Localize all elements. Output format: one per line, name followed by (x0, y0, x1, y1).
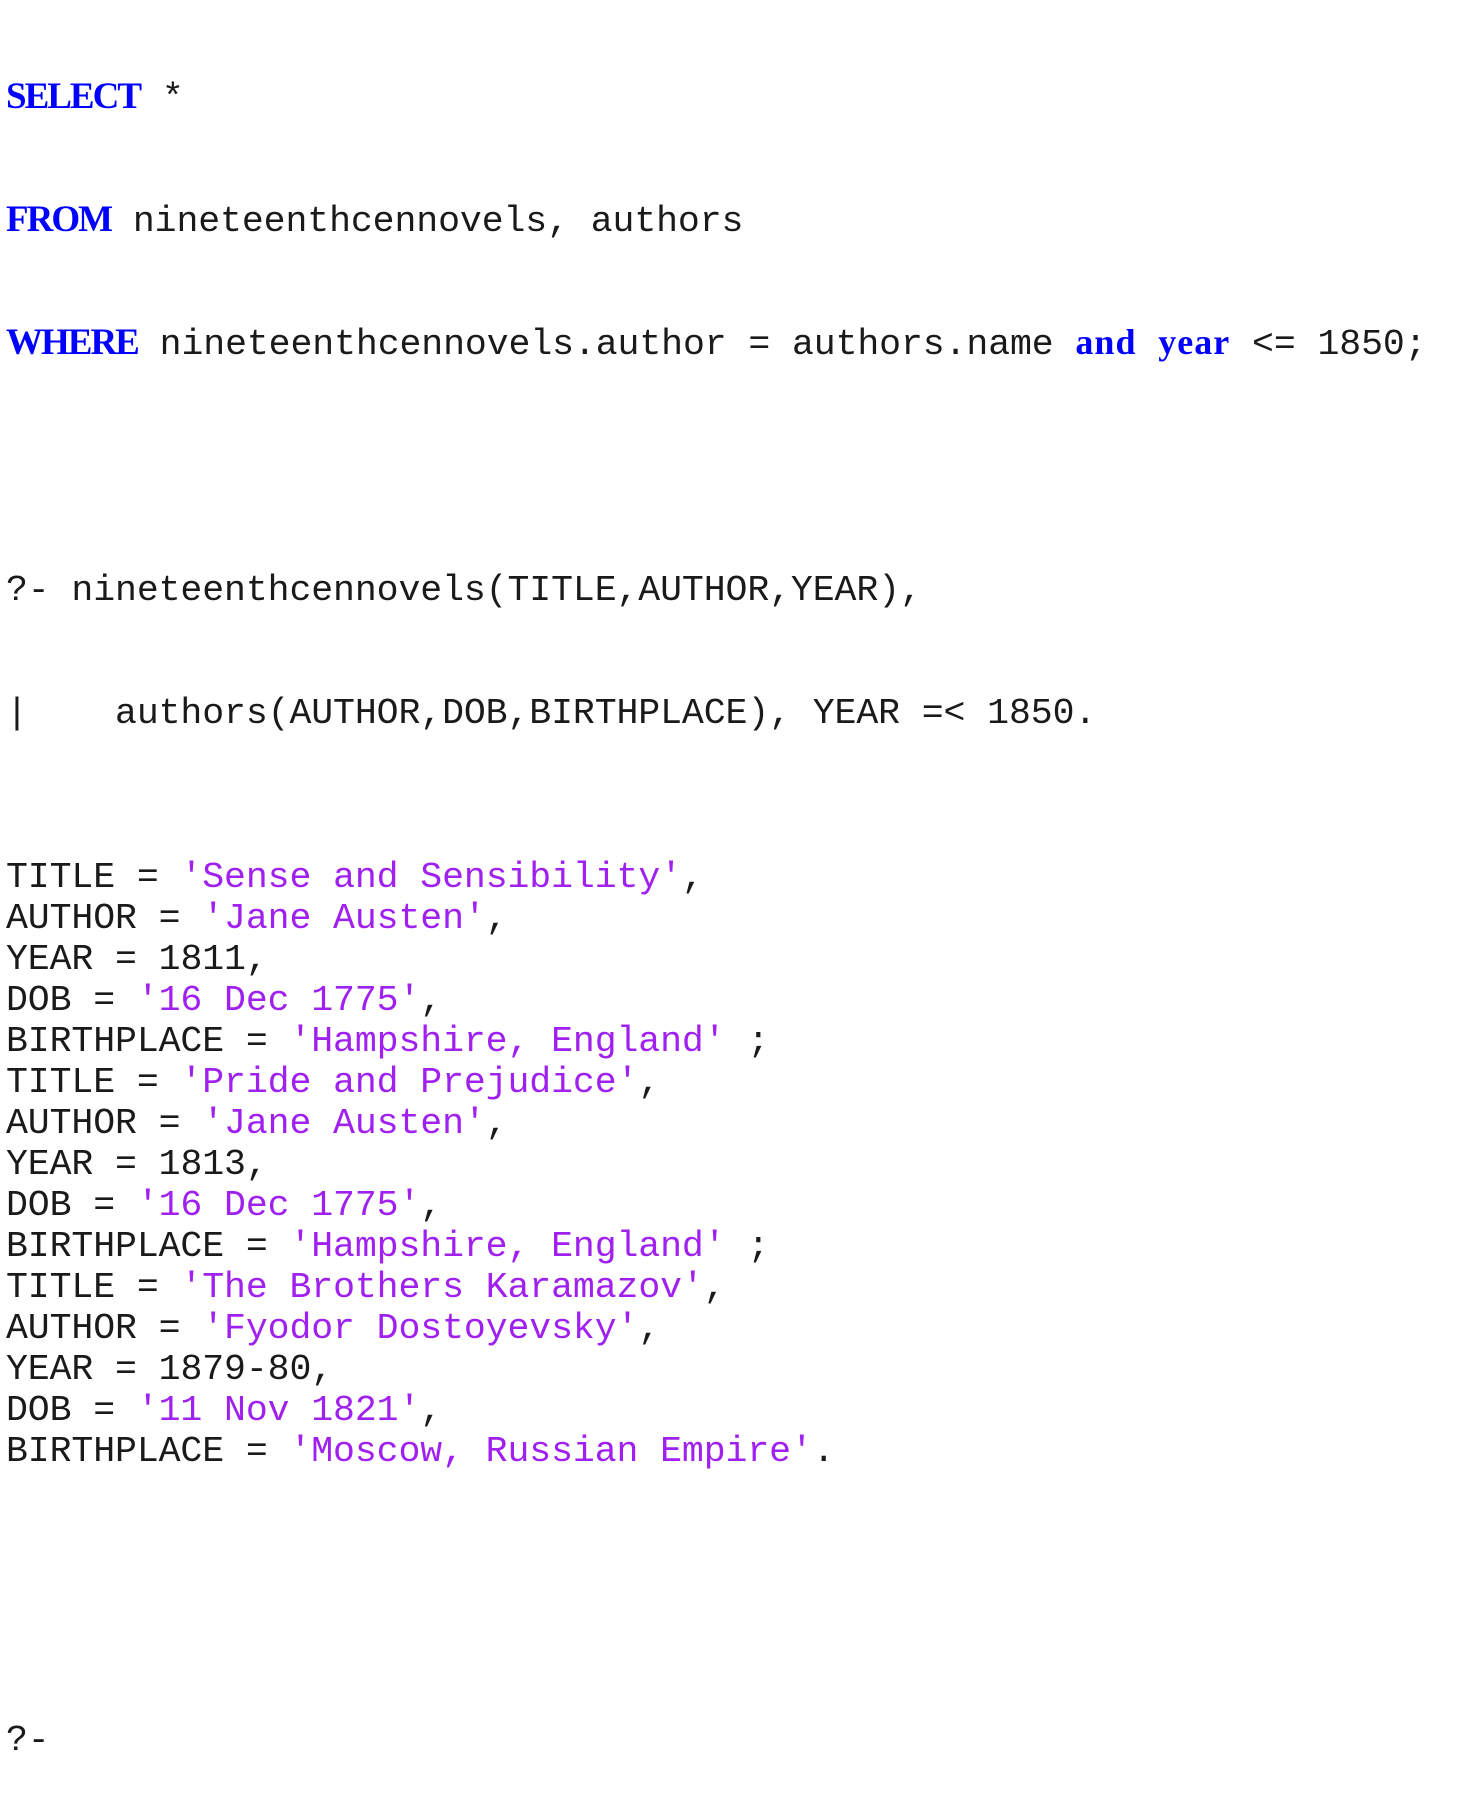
sql-select-rest: * (140, 78, 184, 119)
result-dob-value: '11 Nov 1821' (136, 1390, 421, 1431)
sql-keyword-year: year (1158, 322, 1231, 362)
prolog-query-line-2: | authors(AUTHOR,DOB,BIRTHPLACE), YEAR =… (6, 693, 1097, 734)
sql-from-rest: nineteenthcennovels, authors (111, 201, 744, 242)
result-birthplace-value: 'Moscow, Russian Empire' (289, 1431, 813, 1472)
result-dob-value: '16 Dec 1775' (136, 980, 421, 1021)
result-separator: , (485, 898, 508, 939)
result-separator: , (311, 1349, 334, 1390)
result-year-label: YEAR = (6, 1144, 159, 1185)
result-title-label: TITLE = (6, 1062, 181, 1103)
result-author-line: AUTHOR = 'Jane Austen', (6, 1103, 1426, 1144)
result-birthplace-value: 'Hampshire, England' (289, 1021, 726, 1062)
result-separator: , (245, 939, 268, 980)
result-dob-line: DOB = '11 Nov 1821', (6, 1390, 1426, 1431)
result-author-line: AUTHOR = 'Jane Austen', (6, 898, 1426, 939)
result-separator: , (420, 1185, 443, 1226)
result-dob-label: DOB = (6, 1185, 137, 1226)
result-year-line: YEAR = 1811, (6, 939, 1426, 980)
result-title-value: 'Sense and Sensibility' (180, 857, 682, 898)
prolog-query-line-1: ?- nineteenthcennovels(TITLE,AUTHOR,YEAR… (6, 570, 922, 611)
result-dob-value: '16 Dec 1775' (136, 1185, 421, 1226)
result-year-label: YEAR = (6, 1349, 159, 1390)
result-title-label: TITLE = (6, 857, 181, 898)
result-title-line: TITLE = 'Pride and Prejudice', (6, 1062, 1426, 1103)
result-title-line: TITLE = 'Sense and Sensibility', (6, 857, 1426, 898)
result-birthplace-line: BIRTHPLACE = 'Hampshire, England' ; (6, 1226, 1426, 1267)
result-year-value: 1879-80 (158, 1349, 312, 1390)
result-separator: , (703, 1267, 726, 1308)
result-separator: ; (725, 1021, 770, 1062)
result-title-value: 'The Brothers Karamazov' (180, 1267, 704, 1308)
result-author-value: 'Jane Austen' (202, 1103, 486, 1144)
result-title-value: 'Pride and Prejudice' (180, 1062, 639, 1103)
result-title-line: TITLE = 'The Brothers Karamazov', (6, 1267, 1426, 1308)
sql-select-line: SELECT * (6, 76, 1426, 119)
result-birthplace-value: 'Hampshire, England' (289, 1226, 726, 1267)
result-dob-label: DOB = (6, 980, 137, 1021)
result-dob-line: DOB = '16 Dec 1775', (6, 1185, 1426, 1226)
result-author-label: AUTHOR = (6, 1308, 203, 1349)
result-separator: , (420, 1390, 443, 1431)
sql-from-line: FROM nineteenthcennovels, authors (6, 199, 1426, 242)
result-birthplace-line: BIRTHPLACE = 'Moscow, Russian Empire'. (6, 1431, 1426, 1472)
result-separator: , (638, 1062, 661, 1103)
result-year-value: 1811 (158, 939, 246, 980)
result-year-line: YEAR = 1879-80, (6, 1349, 1426, 1390)
result-separator: , (485, 1103, 508, 1144)
result-year-label: YEAR = (6, 939, 159, 980)
result-separator: ; (725, 1226, 770, 1267)
result-author-line: AUTHOR = 'Fyodor Dostoyevsky', (6, 1308, 1426, 1349)
sql-keyword-and: and (1075, 322, 1137, 362)
result-dob-line: DOB = '16 Dec 1775', (6, 980, 1426, 1021)
result-year-value: 1813 (158, 1144, 246, 1185)
sql-keyword-select: SELECT (6, 76, 142, 117)
result-author-label: AUTHOR = (6, 1103, 203, 1144)
result-separator: , (420, 980, 443, 1021)
result-author-label: AUTHOR = (6, 898, 203, 939)
result-dob-label: DOB = (6, 1390, 137, 1431)
result-year-line: YEAR = 1813, (6, 1144, 1426, 1185)
prolog-results: TITLE = 'Sense and Sensibility', AUTHOR =… (6, 857, 1426, 1472)
result-birthplace-label: BIRTHPLACE = (6, 1021, 290, 1062)
sql-where-tail: <= 1850; (1230, 324, 1427, 365)
prolog-prompt[interactable]: ?- (6, 1720, 1426, 1761)
result-author-value: 'Jane Austen' (202, 898, 486, 939)
result-author-value: 'Fyodor Dostoyevsky' (202, 1308, 639, 1349)
sql-where-line: WHERE nineteenthcennovels.author = autho… (6, 322, 1427, 365)
sql-keyword-where: WHERE (6, 322, 140, 363)
result-birthplace-label: BIRTHPLACE = (6, 1431, 290, 1472)
result-title-label: TITLE = (6, 1267, 181, 1308)
result-birthplace-label: BIRTHPLACE = (6, 1226, 290, 1267)
result-separator: , (681, 857, 704, 898)
result-separator: . (812, 1431, 835, 1472)
result-separator: , (245, 1144, 268, 1185)
result-birthplace-line: BIRTHPLACE = 'Hampshire, England' ; (6, 1021, 1426, 1062)
terminal-output: SELECT * FROM nineteenthcennovels, autho… (6, 0, 1427, 1802)
sql-keyword-from: FROM (6, 199, 113, 240)
result-separator: , (638, 1308, 661, 1349)
sql-where-rest: nineteenthcennovels.author = authors.nam… (137, 324, 1076, 365)
